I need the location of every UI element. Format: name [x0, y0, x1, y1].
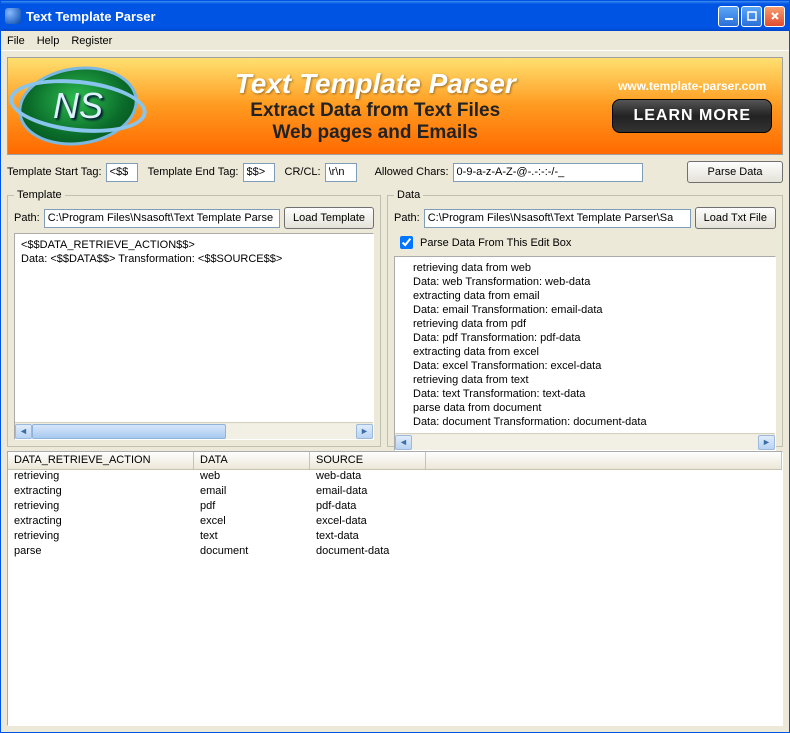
parse-data-button[interactable]: Parse Data: [687, 161, 783, 183]
scroll-thumb[interactable]: [32, 424, 226, 439]
table-cell: excel-data: [310, 515, 426, 530]
template-hscroll[interactable]: ◄ ►: [15, 422, 373, 439]
table-row[interactable]: extractingexcelexcel-data: [8, 515, 782, 530]
table-row[interactable]: retrievingwebweb-data: [8, 470, 782, 485]
panels: Template Path: Load Template <$$DATA_RET…: [7, 189, 783, 447]
results-table: DATA_RETRIEVE_ACTION DATA SOURCE retriev…: [7, 451, 783, 726]
menubar: File Help Register: [1, 31, 789, 51]
data-path-input[interactable]: [424, 209, 691, 228]
config-row: Template Start Tag: Template End Tag: CR…: [7, 159, 783, 185]
banner-text: Text Template Parser Extract Data from T…: [150, 68, 600, 144]
data-text-wrap: retrieving data from web Data: web Trans…: [394, 256, 776, 451]
scroll-right-icon[interactable]: ►: [356, 424, 373, 439]
banner-right: www.template-parser.com LEARN MORE: [612, 79, 772, 133]
close-button[interactable]: [764, 6, 785, 27]
banner-subtitle2: Web pages and Emails: [150, 122, 600, 144]
table-cell: retrieving: [8, 530, 194, 545]
data-hscroll[interactable]: ◄ ►: [395, 433, 775, 450]
table-cell: web: [194, 470, 310, 485]
data-textarea[interactable]: retrieving data from web Data: web Trans…: [395, 257, 775, 433]
menu-register[interactable]: Register: [71, 35, 112, 47]
table-cell: email-data: [310, 485, 426, 500]
load-template-button[interactable]: Load Template: [284, 207, 374, 229]
load-txt-file-button[interactable]: Load Txt File: [695, 207, 776, 229]
table-cell: pdf-data: [310, 500, 426, 515]
scroll-right-icon[interactable]: ►: [758, 435, 775, 450]
end-tag-input[interactable]: [243, 163, 275, 182]
table-cell: web-data: [310, 470, 426, 485]
th-blank: [426, 452, 782, 470]
logo-text: NS: [53, 85, 103, 127]
table-cell: extracting: [8, 485, 194, 500]
app-window: Text Template Parser File Help Register …: [0, 0, 790, 733]
banner-title: Text Template Parser: [150, 68, 600, 100]
banner: NS Text Template Parser Extract Data fro…: [7, 57, 783, 155]
parse-editbox-label: Parse Data From This Edit Box: [420, 237, 571, 249]
table-cell: extracting: [8, 515, 194, 530]
parse-editbox-checkbox[interactable]: [400, 236, 413, 249]
logo-icon: NS: [13, 59, 143, 153]
th-action[interactable]: DATA_RETRIEVE_ACTION: [8, 452, 194, 470]
start-tag-input[interactable]: [106, 163, 138, 182]
allowed-chars-label: Allowed Chars:: [375, 166, 449, 178]
table-cell: retrieving: [8, 470, 194, 485]
banner-subtitle1: Extract Data from Text Files: [150, 100, 600, 122]
table-row[interactable]: parsedocumentdocument-data: [8, 545, 782, 560]
scroll-left-icon[interactable]: ◄: [15, 424, 32, 439]
table-cell: retrieving: [8, 500, 194, 515]
scroll-left-icon[interactable]: ◄: [395, 435, 412, 450]
table-cell: document: [194, 545, 310, 560]
template-textarea[interactable]: <$$DATA_RETRIEVE_ACTION$$> Data: <$$DATA…: [15, 234, 373, 422]
table-cell: text-data: [310, 530, 426, 545]
end-tag-label: Template End Tag:: [148, 166, 239, 178]
crcl-input[interactable]: [325, 163, 357, 182]
template-panel: Template Path: Load Template <$$DATA_RET…: [7, 189, 381, 447]
table-row[interactable]: retrievingpdfpdf-data: [8, 500, 782, 515]
template-legend: Template: [14, 189, 65, 201]
results-body: retrievingwebweb-dataextractingemailemai…: [8, 470, 782, 725]
table-row[interactable]: extractingemailemail-data: [8, 485, 782, 500]
table-cell: parse: [8, 545, 194, 560]
learn-more-button[interactable]: LEARN MORE: [612, 99, 772, 133]
banner-url: www.template-parser.com: [618, 79, 766, 93]
table-cell: text: [194, 530, 310, 545]
template-text-wrap: <$$DATA_RETRIEVE_ACTION$$> Data: <$$DATA…: [14, 233, 374, 440]
window-controls: [718, 6, 785, 27]
results-header: DATA_RETRIEVE_ACTION DATA SOURCE: [8, 452, 782, 470]
th-data[interactable]: DATA: [194, 452, 310, 470]
scroll-track[interactable]: [32, 424, 356, 439]
app-icon: [5, 8, 21, 24]
start-tag-label: Template Start Tag:: [7, 166, 102, 178]
window-title: Text Template Parser: [26, 9, 718, 24]
table-row[interactable]: retrievingtexttext-data: [8, 530, 782, 545]
titlebar: Text Template Parser: [1, 1, 789, 31]
table-cell: pdf: [194, 500, 310, 515]
menu-file[interactable]: File: [7, 35, 25, 47]
minimize-button[interactable]: [718, 6, 739, 27]
allowed-chars-input[interactable]: [453, 163, 643, 182]
maximize-button[interactable]: [741, 6, 762, 27]
data-path-label: Path:: [394, 212, 420, 224]
th-source[interactable]: SOURCE: [310, 452, 426, 470]
menu-help[interactable]: Help: [37, 35, 60, 47]
template-path-label: Path:: [14, 212, 40, 224]
template-path-input[interactable]: [44, 209, 280, 228]
table-cell: email: [194, 485, 310, 500]
content-area: NS Text Template Parser Extract Data fro…: [1, 51, 789, 732]
table-cell: excel: [194, 515, 310, 530]
table-cell: document-data: [310, 545, 426, 560]
crcl-label: CR/CL:: [285, 166, 321, 178]
data-panel: Data Path: Load Txt File Parse Data From…: [387, 189, 783, 447]
data-legend: Data: [394, 189, 423, 201]
scroll-track[interactable]: [412, 435, 758, 450]
